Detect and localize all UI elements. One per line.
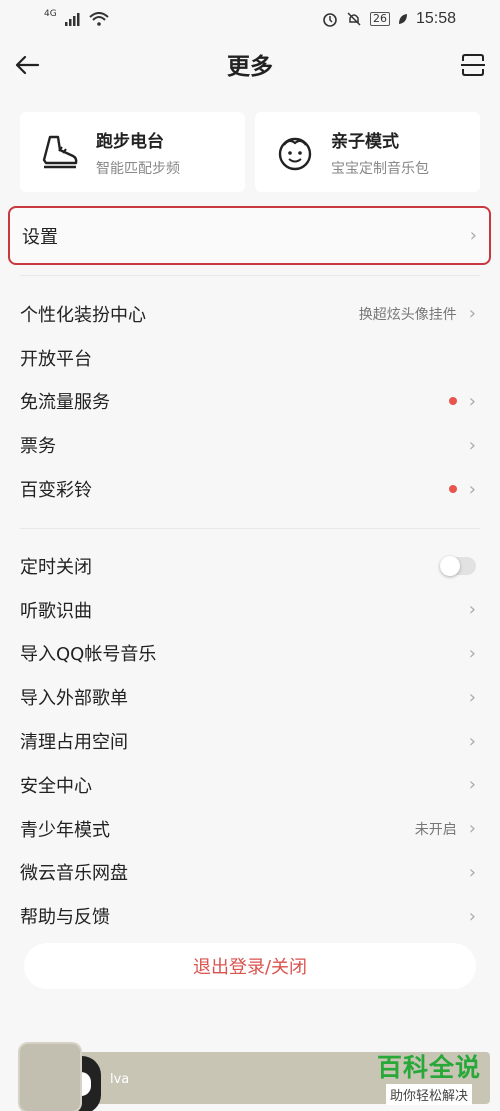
card-title: 跑步电台 — [96, 131, 164, 152]
divider — [20, 528, 480, 529]
item-label: 微云音乐网盘 — [20, 863, 128, 885]
item-right: › — [448, 478, 476, 500]
chevron-right-icon: › — [469, 225, 477, 246]
chevron-right-icon: › — [468, 434, 476, 456]
item-label: 帮助与反馈 — [20, 907, 110, 929]
header: 更多 — [0, 38, 500, 90]
alarm-icon — [323, 13, 337, 27]
list-item-song-recognition[interactable]: 听歌识曲 › — [0, 588, 500, 632]
sleep-timer-toggle[interactable] — [440, 555, 476, 576]
list-group-2: 定时关闭 听歌识曲 › 导入QQ帐号音乐 › 导入外部歌单 › 清理占用空间 ›… — [0, 544, 500, 938]
status-right: 26 15:58 — [322, 10, 456, 28]
chevron-right-icon: › — [468, 642, 476, 664]
signal-icon — [64, 13, 80, 26]
baby-face-icon — [278, 137, 312, 171]
card-title: 亲子模式 — [331, 131, 399, 152]
logout-button[interactable]: 退出登录/关闭 — [24, 943, 476, 989]
status-left: 4G — [44, 9, 109, 26]
list-item-open-platform[interactable]: 开放平台 — [0, 336, 500, 380]
list-item-teen-mode[interactable]: 青少年模式 未开启 › — [0, 807, 500, 851]
chevron-right-icon: › — [468, 730, 476, 752]
running-shoe-icon — [42, 135, 78, 169]
page-title: 更多 — [227, 54, 273, 80]
list-item-import-qq-music[interactable]: 导入QQ帐号音乐 › — [0, 632, 500, 676]
card-subtitle: 智能匹配步频 — [96, 160, 180, 177]
divider — [20, 275, 480, 276]
list-item-import-playlist[interactable]: 导入外部歌单 › — [0, 675, 500, 719]
chevron-right-icon: › — [468, 686, 476, 708]
chevron-right-icon: › — [468, 478, 476, 500]
item-label: 安全中心 — [20, 775, 92, 797]
running-radio-card[interactable]: 跑步电台 智能匹配步频 — [20, 112, 245, 192]
chevron-right-icon: › — [468, 774, 476, 796]
chevron-right-icon: › — [468, 390, 476, 412]
list-item-tickets[interactable]: 票务 › — [0, 423, 500, 467]
chevron-right-icon: › — [468, 303, 476, 325]
item-label: 导入外部歌单 — [20, 688, 128, 710]
list-item-security-center[interactable]: 安全中心 › — [0, 763, 500, 807]
mute-bell-icon — [347, 12, 361, 26]
item-value: 未开启 — [414, 821, 457, 838]
list-item-sleep-timer: 定时关闭 — [0, 544, 500, 588]
watermark: 百科全说 助你轻松解决 — [370, 1048, 488, 1105]
chevron-right-icon: › — [468, 861, 476, 883]
card-subtitle: 宝宝定制音乐包 — [331, 160, 429, 177]
back-arrow-icon[interactable] — [12, 50, 42, 80]
item-label: 导入QQ帐号音乐 — [20, 644, 157, 666]
card-text: 亲子模式 宝宝定制音乐包 — [331, 127, 429, 178]
notification-dot — [448, 485, 457, 494]
item-right: 换超炫头像挂件 › — [359, 303, 476, 324]
toggle-knob — [440, 555, 460, 576]
scan-icon[interactable] — [458, 50, 488, 80]
item-label: 票务 — [20, 436, 56, 458]
list-item-clear-storage[interactable]: 清理占用空间 › — [0, 719, 500, 763]
item-label: 定时关闭 — [20, 556, 92, 578]
list-item-cloud-drive[interactable]: 微云音乐网盘 › — [0, 851, 500, 895]
item-label: 开放平台 — [20, 348, 92, 370]
list-item-help-feedback[interactable]: 帮助与反馈 › — [0, 894, 500, 938]
item-right: 未开启 › — [415, 818, 476, 839]
chevron-right-icon: › — [468, 818, 476, 840]
status-bar: 4G 26 15:58 — [0, 0, 500, 38]
settings-row[interactable]: 设置 › — [8, 206, 491, 265]
item-label: 青少年模式 — [20, 819, 110, 841]
item-label: 清理占用空间 — [20, 732, 128, 754]
watermark-subtitle: 助你轻松解决 — [385, 1084, 472, 1105]
item-right: › — [448, 390, 476, 412]
list-item-ringtone[interactable]: 百变彩铃 › — [0, 467, 500, 511]
player-track-text: lva — [110, 1072, 130, 1087]
network-type: 4G — [44, 9, 57, 19]
feature-cards: 跑步电台 智能匹配步频 亲子模式 宝宝定制音乐包 — [20, 112, 480, 192]
leaf-icon — [398, 14, 407, 24]
item-label: 百变彩铃 — [20, 480, 92, 502]
card-text: 跑步电台 智能匹配步频 — [96, 127, 180, 178]
list-item-decoration-center[interactable]: 个性化装扮中心 换超炫头像挂件 › — [0, 292, 500, 336]
list-group-1: 个性化装扮中心 换超炫头像挂件 › 开放平台 免流量服务 › 票务 › 百变彩铃… — [0, 292, 500, 511]
chevron-right-icon: › — [468, 599, 476, 621]
clock: 15:58 — [415, 10, 456, 27]
notification-dot — [448, 397, 457, 406]
battery-level: 26 — [369, 12, 390, 26]
settings-label: 设置 — [22, 226, 58, 248]
item-value: 换超炫头像挂件 — [358, 306, 457, 323]
wifi-icon — [89, 12, 109, 26]
item-label: 听歌识曲 — [20, 600, 92, 622]
item-label: 个性化装扮中心 — [20, 304, 146, 326]
list-item-free-data-service[interactable]: 免流量服务 › — [0, 380, 500, 424]
watermark-title: 百科全说 — [376, 1053, 481, 1082]
kids-mode-card[interactable]: 亲子模式 宝宝定制音乐包 — [255, 112, 480, 192]
chevron-right-icon: › — [468, 905, 476, 927]
album-art[interactable] — [20, 1044, 80, 1111]
item-label: 免流量服务 — [20, 392, 110, 414]
